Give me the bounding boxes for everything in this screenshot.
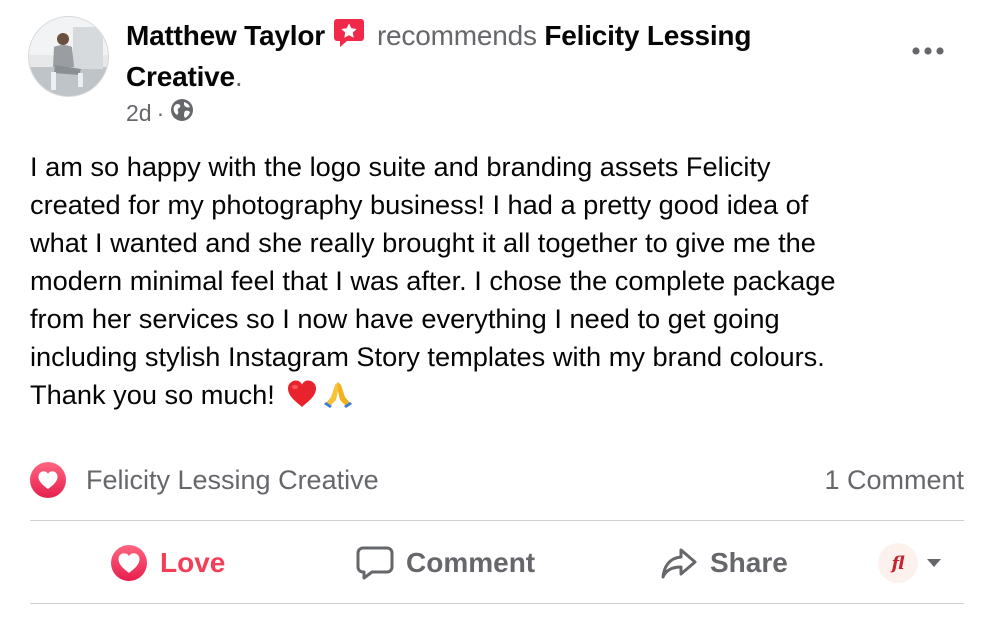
caret-down-icon <box>927 559 941 567</box>
author-name[interactable]: Matthew Taylor <box>126 20 325 51</box>
more-horizontal-icon <box>912 47 944 55</box>
comment-icon <box>356 546 394 580</box>
post-body-line: created for my photography business! I h… <box>30 189 809 220</box>
post-body-line: including stylish Instagram Story templa… <box>30 341 825 372</box>
comment-button[interactable]: Comment <box>356 540 535 586</box>
comment-count-link[interactable]: 1 Comment <box>824 460 964 500</box>
meta-separator: · <box>156 99 165 126</box>
reactor-name: Felicity Lessing Creative <box>86 464 379 495</box>
love-reaction-icon <box>111 545 147 581</box>
recommend-star-icon <box>333 18 365 58</box>
post-body: I am so happy with the logo suite and br… <box>30 148 970 419</box>
post-header: Matthew Taylor recommends Felicity Lessin… <box>126 17 846 96</box>
post-body-line: Thank you so much! <box>30 379 275 410</box>
post-meta: 2d · <box>126 98 194 128</box>
recommendation-post: Matthew Taylor recommends Felicity Lessin… <box>0 0 992 618</box>
share-button[interactable]: Share <box>660 540 788 586</box>
share-label: Share <box>710 547 788 578</box>
avatar-photo <box>29 17 108 96</box>
header-period: . <box>234 61 243 92</box>
love-button[interactable]: Love <box>110 540 225 586</box>
divider <box>30 520 964 521</box>
post-body-line: from her services so I now have everythi… <box>30 303 780 334</box>
folded-hands-emoji <box>322 379 354 419</box>
share-icon <box>661 548 697 579</box>
page-logo: fl <box>878 543 918 583</box>
red-heart-emoji <box>286 379 318 419</box>
comment-label: Comment <box>406 547 536 578</box>
post-timestamp[interactable]: 2d <box>126 100 152 127</box>
divider <box>30 603 964 604</box>
love-reaction-icon <box>30 462 66 498</box>
author-avatar[interactable] <box>28 16 109 97</box>
post-as-page-selector[interactable]: fl <box>878 540 942 586</box>
recommends-text: recommends <box>376 20 537 51</box>
love-label: Love <box>160 547 226 578</box>
post-body-line: I am so happy with the logo suite and br… <box>30 151 771 182</box>
globe-icon[interactable] <box>170 98 194 128</box>
post-body-line: what I wanted and she really brought it … <box>30 227 816 258</box>
post-body-last-line: Thank you so much! <box>30 376 970 419</box>
more-options-button[interactable] <box>906 36 950 66</box>
reactions-summary[interactable]: Felicity Lessing Creative <box>30 460 379 500</box>
post-body-line: modern minimal feel that I was after. I … <box>30 265 836 296</box>
